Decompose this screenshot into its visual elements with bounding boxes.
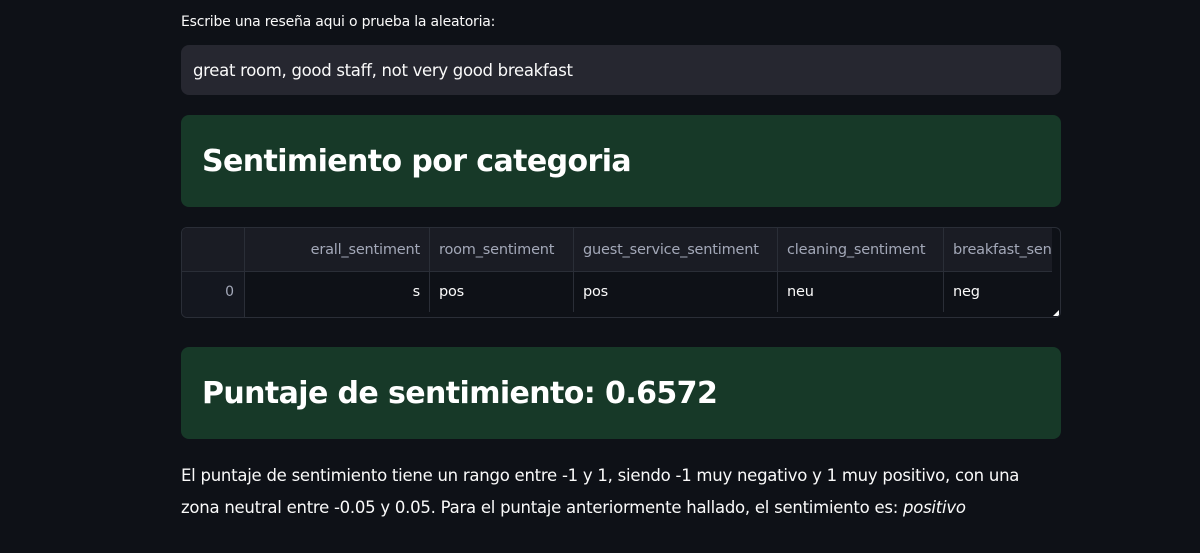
dataframe-header-row: erall_sentiment room_sentiment guest_ser… bbox=[245, 228, 1052, 272]
resize-handle-icon[interactable] bbox=[1053, 310, 1059, 316]
sentiment-score-header: Puntaje de sentimiento: 0.6572 bbox=[181, 347, 1061, 439]
index-cell: 0 bbox=[225, 284, 234, 300]
category-sentiment-title: Sentimiento por categoria bbox=[202, 143, 632, 179]
sentiment-score-title: Puntaje de sentimiento: 0.6572 bbox=[202, 375, 718, 411]
column-header-cleaning-sentiment[interactable]: cleaning_sentiment bbox=[778, 228, 944, 271]
column-header-guest-service-sentiment[interactable]: guest_service_sentiment bbox=[574, 228, 778, 271]
review-input-value: great room, good staff, not very good br… bbox=[193, 60, 573, 80]
cell-room-sentiment[interactable]: pos bbox=[430, 272, 574, 312]
column-header-overall-sentiment[interactable]: erall_sentiment bbox=[245, 228, 430, 271]
score-explanation: El puntaje de sentimiento tiene un rango… bbox=[181, 460, 1061, 524]
dataframe-scroll-area[interactable]: erall_sentiment room_sentiment guest_ser… bbox=[245, 228, 1052, 317]
sentiment-dataframe[interactable]: 0 erall_sentiment room_sentiment guest_s… bbox=[181, 227, 1061, 318]
column-header-room-sentiment[interactable]: room_sentiment bbox=[430, 228, 574, 271]
cell-cleaning-sentiment[interactable]: neu bbox=[778, 272, 944, 312]
index-header bbox=[182, 228, 244, 272]
dataframe-index-column: 0 bbox=[182, 228, 245, 317]
review-input-label: Escribe una reseña aqui o prueba la alea… bbox=[181, 14, 496, 30]
cell-breakfast-sentiment[interactable]: neg bbox=[944, 272, 1052, 312]
column-header-breakfast-sentiment[interactable]: breakfast_sentiment bbox=[944, 228, 1052, 271]
sentiment-result: positivo bbox=[903, 498, 966, 517]
cell-overall-sentiment[interactable]: s bbox=[245, 272, 430, 312]
table-row: s pos pos neu neg bbox=[245, 272, 1052, 312]
category-sentiment-header: Sentimiento por categoria bbox=[181, 115, 1061, 207]
review-input[interactable]: great room, good staff, not very good br… bbox=[181, 45, 1061, 95]
cell-guest-service-sentiment[interactable]: pos bbox=[574, 272, 778, 312]
score-explanation-text: El puntaje de sentimiento tiene un rango… bbox=[181, 466, 1020, 517]
